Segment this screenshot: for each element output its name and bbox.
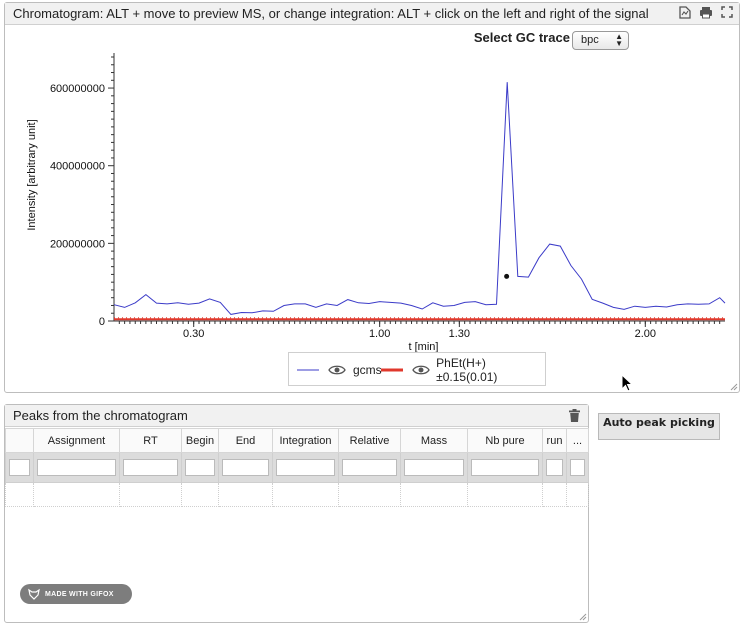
y-tick-label: 0	[99, 316, 105, 328]
print-icon[interactable]	[699, 6, 713, 19]
legend-item-gcms[interactable]: gcms	[297, 353, 382, 387]
series-line-gcms	[113, 82, 726, 315]
filter-input[interactable]	[185, 459, 215, 476]
x-tick-label: 0.30	[183, 328, 204, 340]
peaks-header: Peaks from the chromatogram	[5, 405, 588, 427]
legend-line-phet-icon	[381, 368, 403, 372]
cursor-marker	[504, 273, 510, 279]
export-icon[interactable]	[679, 6, 691, 19]
table-cell	[338, 482, 401, 507]
col-header[interactable]: run	[542, 428, 567, 453]
gifox-watermark: MADE WITH GIFOX	[20, 584, 132, 604]
col-header[interactable]: Nb pure	[467, 428, 543, 453]
filter-cell	[338, 452, 401, 483]
chart-legend: gcms PhEt(H+)±0.15(0.01)	[288, 352, 546, 386]
table-cell	[566, 482, 589, 507]
x-tick-label: 1.00	[369, 328, 390, 340]
table-cell	[218, 482, 273, 507]
filter-input[interactable]	[9, 459, 30, 476]
peaks-title: Peaks from the chromatogram	[13, 408, 188, 423]
chromatogram-chart[interactable]: 0 200000000 400000000 600000000 0.30 1.00 1.30…	[5, 26, 739, 392]
filter-cell	[181, 452, 219, 483]
filter-input[interactable]	[404, 459, 464, 476]
filter-cell	[33, 452, 120, 483]
filter-cell	[542, 452, 567, 483]
filter-input[interactable]	[123, 459, 178, 476]
col-header[interactable]: End	[218, 428, 273, 453]
filter-row	[5, 452, 589, 483]
col-header[interactable]: Mass	[400, 428, 468, 453]
gifox-label: MADE WITH GIFOX	[45, 590, 114, 598]
table-cell	[181, 482, 219, 507]
chromatogram-title: Chromatogram: ALT + move to preview MS, …	[13, 6, 649, 21]
col-header[interactable]: ...	[566, 428, 589, 453]
eye-icon[interactable]	[411, 364, 431, 376]
y-axis-label: Intensity [arbitrary unit]	[26, 119, 38, 230]
eye-icon[interactable]	[327, 364, 347, 376]
filter-input[interactable]	[222, 459, 269, 476]
fox-logo-icon	[28, 588, 40, 600]
resize-grip-icon[interactable]	[730, 383, 738, 391]
fullscreen-icon[interactable]	[721, 6, 733, 19]
peaks-table: Assignment RT Begin End Integration Rela…	[5, 428, 589, 507]
trash-icon[interactable]	[569, 409, 580, 422]
trace-channel-value: bpc	[581, 34, 599, 46]
table-cell	[5, 482, 34, 507]
filter-cell	[566, 452, 589, 483]
y-tick-label: 200000000	[50, 238, 105, 250]
col-header[interactable]: RT	[119, 428, 182, 453]
col-header[interactable]: Assignment	[33, 428, 120, 453]
table-cell	[33, 482, 120, 507]
legend-item-phet[interactable]: PhEt(H+)±0.15(0.01)	[381, 353, 545, 387]
select-arrows-icon: ▲ ▼	[615, 32, 623, 48]
col-header[interactable]	[5, 428, 34, 453]
x-tick-label: 1.30	[449, 328, 470, 340]
filter-input[interactable]	[276, 459, 335, 476]
chromatogram-header: Chromatogram: ALT + move to preview MS, …	[5, 3, 739, 25]
filter-cell	[467, 452, 543, 483]
col-header[interactable]: Begin	[181, 428, 219, 453]
auto-peak-picking-button[interactable]: Auto peak picking	[598, 413, 720, 440]
filter-input[interactable]	[342, 459, 397, 476]
resize-grip-icon[interactable]	[579, 613, 587, 621]
table-row	[5, 482, 589, 507]
trace-channel-select[interactable]: bpc ▲ ▼	[572, 31, 629, 50]
legend-label-phet: PhEt(H+)±0.15(0.01)	[436, 356, 498, 384]
col-header[interactable]: Integration	[272, 428, 339, 453]
y-tick-label: 600000000	[50, 83, 105, 95]
filter-input[interactable]	[570, 459, 585, 476]
y-tick-label: 400000000	[50, 161, 105, 173]
table-header-row: Assignment RT Begin End Integration Rela…	[5, 428, 589, 453]
filter-cell	[272, 452, 339, 483]
legend-line-gcms-icon	[297, 369, 319, 371]
legend-label-gcms: gcms	[353, 363, 382, 377]
table-cell	[467, 482, 543, 507]
x-tick-label: 2.00	[635, 328, 656, 340]
filter-cell	[218, 452, 273, 483]
filter-cell	[5, 452, 34, 483]
table-cell	[400, 482, 468, 507]
filter-input[interactable]	[546, 459, 563, 476]
filter-input[interactable]	[471, 459, 539, 476]
chromatogram-panel: Chromatogram: ALT + move to preview MS, …	[4, 2, 740, 393]
filter-input[interactable]	[37, 459, 116, 476]
table-cell	[272, 482, 339, 507]
filter-cell	[400, 452, 468, 483]
col-header[interactable]: Relative	[338, 428, 401, 453]
table-cell	[542, 482, 567, 507]
filter-cell	[119, 452, 182, 483]
table-cell	[119, 482, 182, 507]
mouse-cursor-icon	[621, 374, 633, 392]
